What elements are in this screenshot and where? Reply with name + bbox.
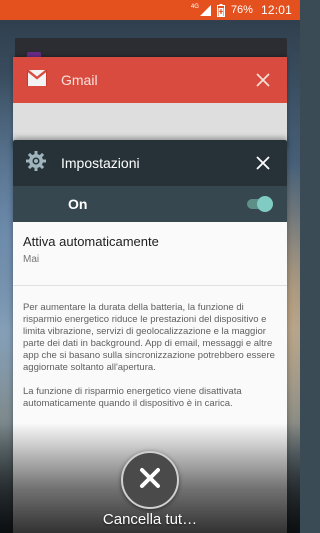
close-icon[interactable] [253,153,273,173]
close-icon [138,466,162,495]
signal-icon: 4G [190,4,211,16]
auto-activate-setting[interactable]: Attiva automaticamente Mai [13,222,287,286]
settings-card-header[interactable]: Impostazioni [13,140,287,186]
gmail-card-header[interactable]: Gmail [13,57,287,103]
gmail-card-title: Gmail [61,72,98,88]
network-label: 4G [190,4,199,10]
settings-card-title: Impostazioni [61,155,140,171]
recent-app-card-gmail[interactable]: Gmail [13,57,287,149]
battery-saver-switch[interactable] [245,196,273,212]
description-paragraph-1: Per aumentare la durata della batteria, … [23,302,275,373]
close-icon[interactable] [253,70,273,90]
clear-all-label[interactable]: Cancella tut… [0,511,300,528]
battery-icon [216,3,225,17]
clock: 12:01 [260,3,292,17]
battery-saver-toggle-row[interactable]: On [13,186,287,222]
battery-percent: 76% [230,4,253,16]
gmail-envelope-icon [26,68,48,91]
description-paragraph-2: La funzione di risparmio energetico vien… [23,386,242,409]
gear-icon [25,150,47,177]
status-bar: 4G 76% 12:01 [0,0,300,20]
toggle-state-label: On [68,196,88,212]
battery-saver-description: Per aumentare la durata della batteria, … [13,286,287,410]
auto-activate-value: Mai [23,254,40,265]
switch-knob [257,196,273,212]
clear-all-button[interactable] [121,451,179,509]
auto-activate-title: Attiva automaticamente [23,234,159,249]
